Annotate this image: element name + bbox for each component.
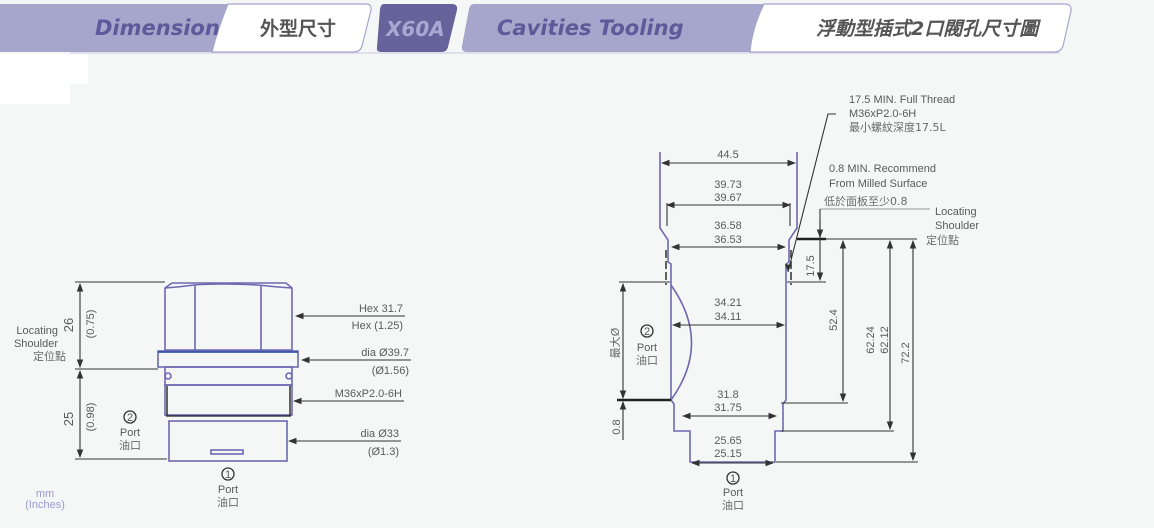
cavity-port1-label: Port bbox=[723, 487, 743, 499]
width-31-8: 31.8 bbox=[717, 389, 738, 401]
surface-note-3: 低於面板至少0.8 bbox=[824, 194, 908, 208]
thread-depth: 17.5 bbox=[805, 255, 817, 276]
nose-section bbox=[168, 420, 288, 462]
thread-leader bbox=[787, 113, 836, 273]
height-lower-inch: (0.98) bbox=[85, 403, 97, 432]
hex-size-mm: Hex 31.7 bbox=[359, 303, 403, 315]
width-39-67: 39.67 bbox=[714, 192, 742, 204]
width-36-58: 36.58 bbox=[714, 220, 742, 232]
width-25-15: 25.15 bbox=[714, 448, 742, 460]
thread-note-2: M36xP2.0-6H bbox=[849, 108, 916, 120]
cavity-port1-number: 1 bbox=[730, 473, 736, 485]
cavity-shoulder-label-2: Shoulder bbox=[935, 220, 979, 232]
width-34-11: 34.11 bbox=[715, 311, 742, 323]
units-inches: (Inches) bbox=[25, 499, 65, 511]
nose-dia-mm: dia Ø33 bbox=[360, 428, 399, 440]
nose-dia-inch: (Ø1.3) bbox=[368, 446, 399, 458]
cavity-port2-zh-label: 油口 bbox=[636, 353, 658, 367]
height-upper-mm: 26 bbox=[61, 318, 76, 332]
width-36-53: 36.53 bbox=[714, 234, 742, 246]
max-dia-label: 最大Ø bbox=[608, 327, 622, 358]
cavity-port2-number: 2 bbox=[644, 326, 650, 338]
cavity-shoulder-label-1: Locating bbox=[935, 206, 977, 218]
flange-dia-inch: (Ø1.56) bbox=[372, 365, 409, 377]
height-lower-mm: 25 bbox=[61, 412, 76, 426]
width-44-5: 44.5 bbox=[717, 149, 738, 161]
port2-number: 2 bbox=[127, 412, 133, 424]
surface-note-2: From Milled Surface bbox=[829, 178, 927, 190]
port1-zh-label: 油口 bbox=[217, 495, 239, 509]
cavity-drawing: 44.5 39.73 39.67 36.58 36.53 34.21 34.11… bbox=[608, 94, 979, 512]
flange bbox=[157, 350, 299, 368]
hex-body bbox=[164, 282, 293, 351]
cavity-shoulder-label-3: 定位點 bbox=[926, 233, 959, 247]
port2-label: Port bbox=[120, 427, 140, 439]
height-upper-inch: (0.75) bbox=[85, 310, 97, 339]
width-25-65: 25.65 bbox=[714, 435, 742, 447]
drawing-canvas: 26 (0.75) 25 (0.98) Locating Shoulder 定位… bbox=[14, 94, 979, 512]
depth-62-12: 62.12 bbox=[879, 326, 891, 354]
thread-note-1: 17.5 MIN. Full Thread bbox=[849, 94, 955, 106]
port2-arc bbox=[670, 284, 693, 401]
depth-62-24: 62.24 bbox=[865, 326, 877, 354]
cavity-port2-label: Port bbox=[637, 342, 657, 354]
depth-52-4: 52.4 bbox=[828, 309, 840, 330]
port1-number: 1 bbox=[225, 469, 231, 481]
width-31-75: 31.75 bbox=[714, 402, 742, 414]
width-34-21: 34.21 bbox=[714, 297, 742, 309]
port1-label: Port bbox=[218, 484, 238, 496]
left-shoulder-label-3: 定位點 bbox=[33, 349, 66, 363]
hex-size-inch: Hex (1.25) bbox=[352, 320, 403, 332]
surface-depth: 0.8 bbox=[611, 419, 623, 434]
cavity-port1-zh-label: 油口 bbox=[722, 498, 744, 512]
thread-section bbox=[164, 384, 293, 416]
thread-spec: M36xP2.0-6H bbox=[335, 388, 402, 400]
port2-zh-label: 油口 bbox=[119, 438, 141, 452]
cartridge-valve-drawing: 26 (0.75) 25 (0.98) Locating Shoulder 定位… bbox=[14, 281, 411, 511]
surface-note-1: 0.8 MIN. Recommend bbox=[829, 163, 936, 175]
depth-72-2: 72.2 bbox=[900, 342, 912, 363]
left-shoulder-label-2: Shoulder bbox=[14, 338, 58, 350]
thread-note-3: 最小螺紋深度17.5L bbox=[849, 120, 946, 134]
flange-dia-mm: dia Ø39.7 bbox=[361, 347, 409, 359]
left-shoulder-label-1: Locating bbox=[16, 325, 58, 337]
width-39-73: 39.73 bbox=[714, 179, 742, 191]
